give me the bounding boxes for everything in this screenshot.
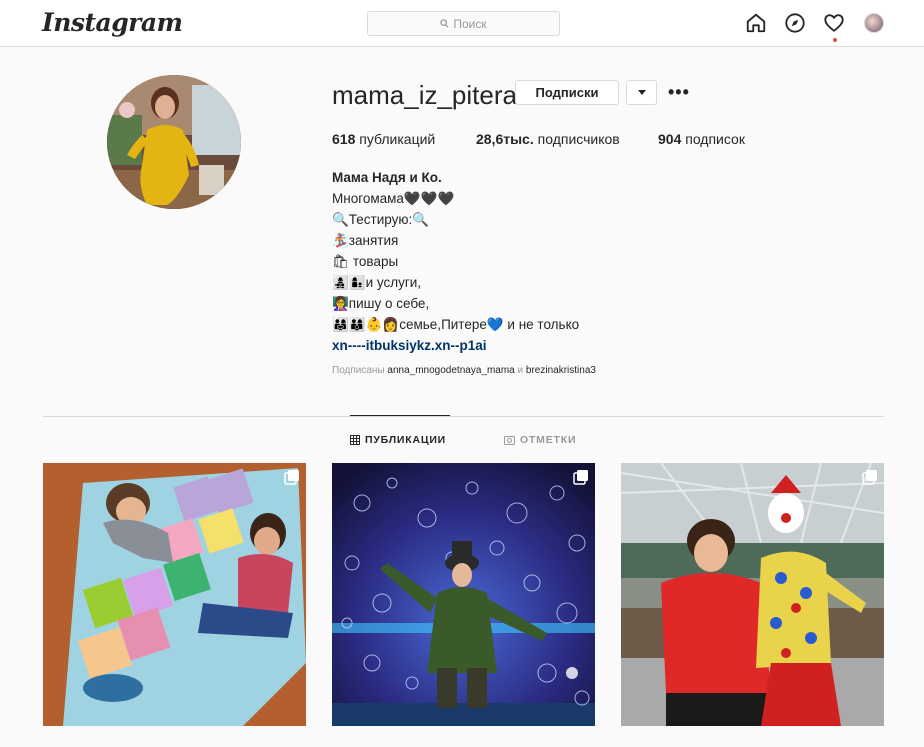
followers-label: подписчиков — [533, 131, 620, 147]
posts-label: публикаций — [355, 131, 436, 147]
followed-by-user[interactable]: anna_mnogodetnaya_mama — [387, 365, 514, 376]
followers-stat[interactable]: 28,6тыс. подписчиков — [476, 131, 620, 147]
search-placeholder: Поиск — [453, 16, 487, 31]
profile-avatar-icon[interactable] — [864, 13, 884, 33]
home-icon[interactable] — [745, 12, 767, 34]
more-options-icon[interactable]: ••• — [668, 82, 690, 102]
followed-by-user[interactable]: brezinakristina3 — [526, 365, 596, 376]
following-label: подписок — [681, 131, 745, 147]
profile-avatar[interactable] — [107, 75, 241, 209]
top-nav: Instagram Поиск — [0, 0, 924, 47]
posts-stat: 618 публикаций — [332, 131, 435, 147]
carousel-icon — [862, 470, 877, 485]
followed-by-prefix: Подписаны — [332, 365, 388, 376]
bio-line: 👨‍👩‍👧👨‍👩‍👦👶👩семье,Питере💙 и не только — [332, 317, 580, 332]
bio-line: 🔍Тестирую:🔍 — [332, 212, 430, 227]
carousel-icon — [573, 470, 588, 485]
following-button[interactable]: Подписки — [515, 80, 619, 105]
following-stat[interactable]: 904 подписок — [658, 131, 745, 147]
tab-posts[interactable]: ПУБЛИКАЦИИ — [350, 434, 446, 446]
followed-by-joiner: и — [514, 365, 526, 376]
explore-icon[interactable] — [784, 12, 806, 34]
post-thumbnail[interactable] — [621, 463, 884, 726]
instagram-logo[interactable]: Instagram — [42, 8, 183, 37]
tab-tagged-label: ОТМЕТКИ — [520, 434, 577, 446]
following-count: 904 — [658, 131, 682, 147]
followed-by[interactable]: Подписаны anna_mnogodetnaya_mama и brezi… — [332, 365, 596, 376]
caret-down-icon — [637, 90, 646, 95]
active-tab-indicator — [350, 415, 450, 416]
bio-line: 🏂занятия — [332, 233, 399, 248]
tabs-divider — [43, 416, 884, 417]
grid-icon — [350, 435, 360, 445]
search-icon — [440, 19, 449, 28]
posts-count: 618 — [332, 131, 356, 147]
search-input[interactable]: Поиск — [367, 11, 560, 36]
bio-line: 👩‍🏫пишу о себе, — [332, 296, 430, 311]
profile-bio: Мама Надя и Ко. Многомама🖤🖤🖤 🔍Тестирую:🔍… — [332, 167, 579, 356]
profile-username: mama_iz_pitera — [332, 80, 517, 110]
followers-count: 28,6тыс. — [476, 131, 534, 147]
suggestions-dropdown-button[interactable] — [626, 80, 657, 105]
notification-dot — [833, 38, 837, 42]
post-thumbnail[interactable] — [43, 463, 306, 726]
heart-icon[interactable] — [823, 12, 845, 34]
bio-line: Многомама🖤🖤🖤 — [332, 191, 455, 206]
tagged-icon — [504, 436, 515, 445]
post-thumbnail[interactable] — [332, 463, 595, 726]
tab-posts-label: ПУБЛИКАЦИИ — [365, 434, 447, 446]
tab-tagged[interactable]: ОТМЕТКИ — [504, 434, 576, 446]
bio-line: 👩‍👧‍👦👩‍👦и услуги, — [332, 275, 422, 290]
bio-full-name: Мама Надя и Ко. — [332, 170, 442, 185]
carousel-icon — [284, 470, 299, 485]
bio-line: 🛍 товары — [332, 254, 399, 269]
bio-website-link[interactable]: xn----itbuksiykz.xn--p1ai — [332, 335, 579, 356]
